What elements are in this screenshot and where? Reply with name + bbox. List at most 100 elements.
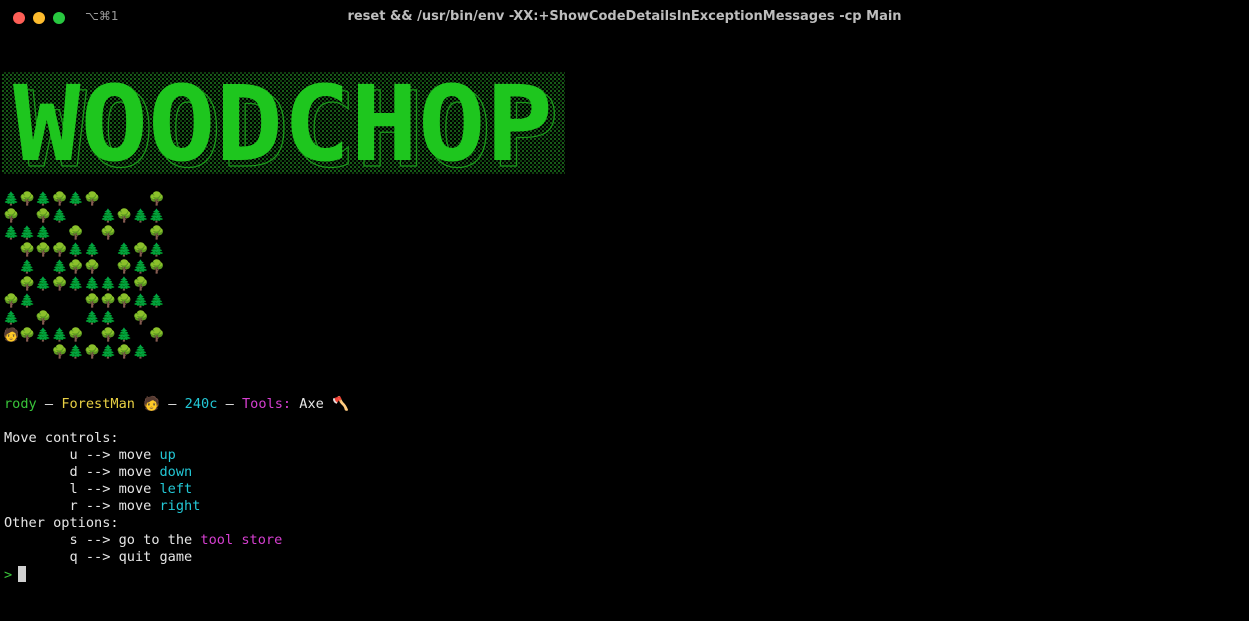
empty-tile — [3, 259, 19, 276]
menu-line-move-right: r --> move right — [4, 498, 201, 514]
tree-icon: 🌳 — [35, 311, 52, 326]
pine-tree-icon: 🌲 — [35, 277, 52, 292]
pine-tree-icon: 🌲 — [100, 345, 117, 360]
pine-tree-icon: 🌲 — [132, 209, 149, 224]
pine-tree-icon: 🌲 — [67, 345, 84, 360]
tree-icon: 🌳 — [148, 328, 165, 343]
empty-tile — [35, 293, 51, 310]
tree-icon: 🌳 — [3, 209, 20, 224]
pine-tree-icon: 🌲 — [35, 328, 52, 343]
empty-tile — [133, 327, 149, 344]
pine-tree-icon: 🌲 — [148, 294, 165, 309]
forestman-icon: 🧑 — [143, 396, 161, 412]
player-status-line: rody – ForestMan 🧑 – 240c – Tools: Axe 🪓 — [4, 396, 349, 413]
empty-tile — [149, 344, 165, 361]
status-separator: – — [36, 396, 62, 412]
empty-tile — [100, 259, 116, 276]
empty-tile — [68, 310, 84, 327]
pine-tree-icon: 🌲 — [51, 328, 68, 343]
menu-line-move-left: l --> move left — [4, 481, 193, 497]
pine-tree-icon: 🌲 — [3, 311, 20, 326]
empty-tile — [84, 225, 100, 242]
forest-row: 🌳🌳🌳🌲🌲 🌲🌳🌲 — [3, 242, 165, 259]
forest-grid: 🌲🌳🌲🌳🌲🌳 🌳 🌳 🌳🌲 🌲🌳🌲🌲 🌲🌲🌲 🌳 🌳 🌳 🌳🌳🌳🌲🌲 🌲🌳🌲 🌲 🌲… — [3, 191, 165, 361]
direction-left: left — [159, 481, 193, 497]
pine-tree-icon: 🌲 — [19, 260, 36, 275]
pine-tree-icon: 🌲 — [3, 226, 20, 241]
tree-icon: 🌳 — [132, 311, 149, 326]
pine-tree-icon: 🌲 — [100, 277, 117, 292]
window-title: reset && /usr/bin/env -XX:+ShowCodeDetai… — [347, 9, 902, 24]
pine-tree-icon: 🌲 — [19, 294, 36, 309]
move-controls-header: Move controls: — [4, 430, 119, 446]
banner-title-text: WOODCHOP — [13, 70, 553, 176]
axe-icon: 🪓 — [332, 396, 349, 412]
pine-tree-icon: 🌲 — [3, 192, 20, 207]
pine-tree-icon: 🌲 — [51, 209, 68, 224]
command-prompt[interactable]: > — [4, 566, 27, 584]
tree-icon: 🌳 — [148, 260, 165, 275]
tree-icon: 🌳 — [116, 294, 133, 309]
tree-icon: 🌳 — [51, 277, 68, 292]
forest-row: 🌳🌲 🌳🌳🌳🌲🌲 — [3, 293, 165, 310]
empty-tile — [100, 242, 116, 259]
tree-icon: 🌳 — [51, 345, 68, 360]
woodchop-ascii-banner: WOODCHOP WOODCHOP — [2, 70, 565, 176]
empty-tile — [116, 310, 132, 327]
tree-icon: 🌳 — [83, 294, 101, 309]
tree-icon: 🌳 — [116, 260, 133, 275]
menu-line-quit: q --> quit game — [4, 549, 193, 565]
tree-icon: 🌳 — [100, 226, 117, 241]
empty-tile — [116, 191, 132, 208]
window-titlebar: ⌥⌘1 reset && /usr/bin/env -XX:+ShowCodeD… — [0, 0, 1249, 34]
pine-tree-icon: 🌲 — [83, 277, 101, 292]
empty-tile — [133, 225, 149, 242]
forest-row: 🌲🌳🌲🌳🌲🌳 🌳 — [3, 191, 165, 208]
tree-icon: 🌳 — [3, 294, 20, 309]
tree-icon: 🌳 — [100, 328, 117, 343]
player-icon: 🧑 — [3, 328, 20, 343]
tree-icon: 🌳 — [83, 192, 101, 207]
player-role: ForestMan — [61, 396, 135, 412]
menu-line-tool-store: s --> go to the tool store — [4, 532, 283, 548]
direction-right: right — [159, 498, 201, 514]
forest-row: 🌲 🌳 🌲🌲 🌳 — [3, 310, 165, 327]
pine-tree-icon: 🌲 — [132, 260, 149, 275]
tree-icon: 🌳 — [35, 209, 52, 224]
tree-icon: 🌳 — [132, 277, 149, 292]
pine-tree-icon: 🌲 — [116, 243, 133, 258]
pine-tree-icon: 🌲 — [100, 209, 117, 224]
forest-row: 🧑🌳🌲🌲🌳 🌳🌲 🌳 — [3, 327, 165, 344]
tree-icon: 🌳 — [51, 243, 68, 258]
tree-icon: 🌳 — [19, 328, 36, 343]
forest-row: 🌳🌲🌳🌲🌲🌲🌲🌳 — [3, 276, 165, 293]
tree-icon: 🌳 — [19, 243, 36, 258]
pine-tree-icon: 🌲 — [51, 260, 68, 275]
empty-tile — [84, 208, 100, 225]
tool-store-option: tool store — [200, 532, 283, 548]
direction-up: up — [159, 447, 176, 463]
pine-tree-icon: 🌲 — [67, 192, 84, 207]
player-coins: 240c — [184, 396, 218, 412]
tree-icon: 🌳 — [116, 345, 133, 360]
empty-tile — [3, 344, 19, 361]
pine-tree-icon: 🌲 — [19, 226, 36, 241]
tree-icon: 🌳 — [35, 243, 52, 258]
empty-tile — [52, 310, 68, 327]
pine-tree-icon: 🌲 — [132, 294, 149, 309]
pine-tree-icon: 🌲 — [83, 311, 101, 326]
text-cursor[interactable] — [18, 566, 27, 582]
pine-tree-icon: 🌲 — [132, 345, 149, 360]
pine-tree-icon: 🌲 — [148, 243, 165, 258]
tree-icon: 🌳 — [83, 260, 101, 275]
empty-tile — [19, 208, 35, 225]
menu-line-move-up: u --> move up — [4, 447, 176, 463]
empty-tile — [149, 310, 165, 327]
empty-tile — [149, 276, 165, 293]
empty-tile — [19, 344, 35, 361]
direction-down: down — [159, 464, 193, 480]
player-name: rody — [4, 396, 37, 412]
status-separator: – — [160, 396, 185, 412]
empty-tile — [3, 242, 19, 259]
pine-tree-icon: 🌲 — [116, 328, 133, 343]
